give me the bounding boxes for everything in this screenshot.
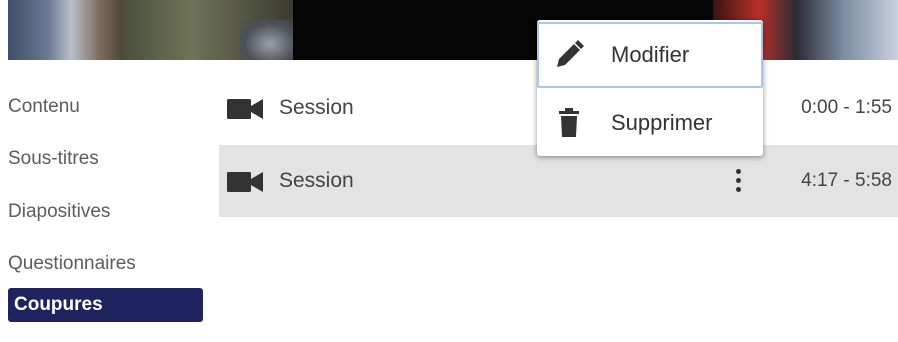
video-frame-detail	[240, 20, 300, 60]
nav-item-label: Coupures	[14, 294, 103, 315]
pencil-icon	[557, 40, 584, 67]
delete-menu-item[interactable]: Supprimer	[537, 90, 763, 156]
nav-item-label: Diapositives	[8, 201, 111, 222]
edit-menu-label: Modifier	[611, 42, 690, 67]
video-frame	[8, 0, 123, 60]
nav-item-contenu[interactable]: Contenu	[8, 90, 203, 124]
row-time-range: 0:00 - 1:55	[801, 97, 892, 118]
trash-icon	[559, 108, 579, 137]
nav-item-sous-titres[interactable]: Sous-titres	[8, 142, 203, 176]
nav-item-questionnaires[interactable]: Questionnaires	[8, 247, 203, 281]
context-menu: Modifier Supprimer	[537, 20, 763, 156]
delete-menu-label: Supprimer	[611, 110, 713, 135]
nav-item-label: Contenu	[8, 96, 80, 117]
row-time-range: 4:17 - 5:58	[801, 170, 892, 191]
nav-item-coupures[interactable]: Coupures	[8, 288, 203, 322]
row-title: Session	[279, 96, 354, 119]
row-title: Session	[279, 169, 354, 192]
video-camera-icon	[227, 172, 263, 192]
nav-item-label: Questionnaires	[8, 253, 136, 274]
nav-item-diapositives[interactable]: Diapositives	[8, 195, 203, 229]
video-thumbnail-strip	[8, 0, 898, 60]
video-camera-icon	[227, 99, 263, 119]
more-options-icon[interactable]	[731, 167, 745, 195]
edit-menu-item[interactable]: Modifier	[537, 22, 763, 88]
nav-item-label: Sous-titres	[8, 148, 99, 169]
